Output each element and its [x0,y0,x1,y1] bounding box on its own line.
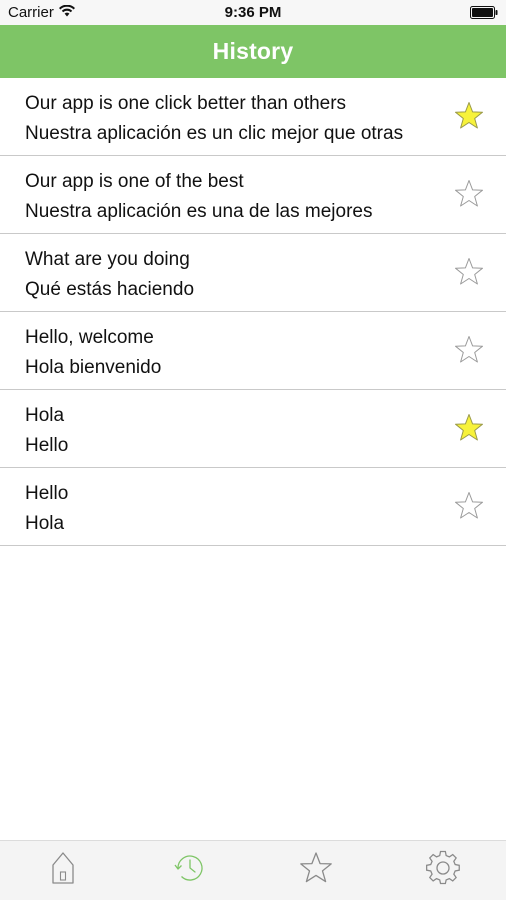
favorite-star-icon[interactable] [454,491,484,521]
history-row[interactable]: Our app is one click better than others N… [0,78,506,156]
history-row[interactable]: Hello Hola [0,468,506,546]
source-text: What are you doing [25,249,190,270]
page-title: History [212,38,294,64]
translation-text: Hello [25,435,69,456]
home-icon [50,851,76,890]
navigation-bar: History [0,25,506,78]
star-icon [299,851,333,890]
tab-settings[interactable] [380,841,506,900]
history-text: Hello Hola [25,479,68,539]
source-text: Hola [25,405,65,426]
favorite-star-icon[interactable] [454,335,484,365]
history-row[interactable]: Our app is one of the best Nuestra aplica… [0,156,506,234]
favorite-star-icon[interactable] [454,257,484,287]
history-list: Our app is one click better than others N… [0,78,506,546]
source-text: Hello [25,483,69,504]
favorite-star-filled-icon[interactable] [454,413,484,443]
history-row[interactable]: What are you doing Qué estás haciendo [0,234,506,312]
tab-favorites[interactable] [253,841,380,900]
history-text: Hola Hello [25,401,68,461]
tab-home[interactable] [0,841,127,900]
translation-text: Hola bienvenido [25,357,162,378]
history-clock-icon [172,851,208,890]
status-time: 9:36 PM [224,4,282,21]
source-text: Our app is one of the best [25,171,244,192]
translation-text: Qué estás haciendo [25,279,195,300]
battery-icon [470,6,498,19]
translation-text: Hola [25,513,65,534]
translation-text: Nuestra aplicación es un clic mejor que … [25,123,404,144]
history-row[interactable]: Hello, welcome Hola bienvenido [0,312,506,390]
translation-text: Nuestra aplicación es una de las mejores [25,201,373,222]
gear-icon [425,850,461,891]
tab-history[interactable] [127,841,254,900]
favorite-star-filled-icon[interactable] [454,101,484,131]
history-row[interactable]: Hola Hello [0,390,506,468]
history-text: Hello, welcome Hola bienvenido [25,323,161,383]
source-text: Hello, welcome [25,327,154,348]
history-text: Our app is one click better than others N… [25,89,403,149]
status-bar: Carrier 9:36 PM [0,0,506,25]
history-text: Our app is one of the best Nuestra aplica… [25,167,372,227]
history-text: What are you doing Qué estás haciendo [25,245,194,305]
tab-bar [0,840,506,900]
source-text: Our app is one click better than others [25,93,347,114]
favorite-star-icon[interactable] [454,179,484,209]
